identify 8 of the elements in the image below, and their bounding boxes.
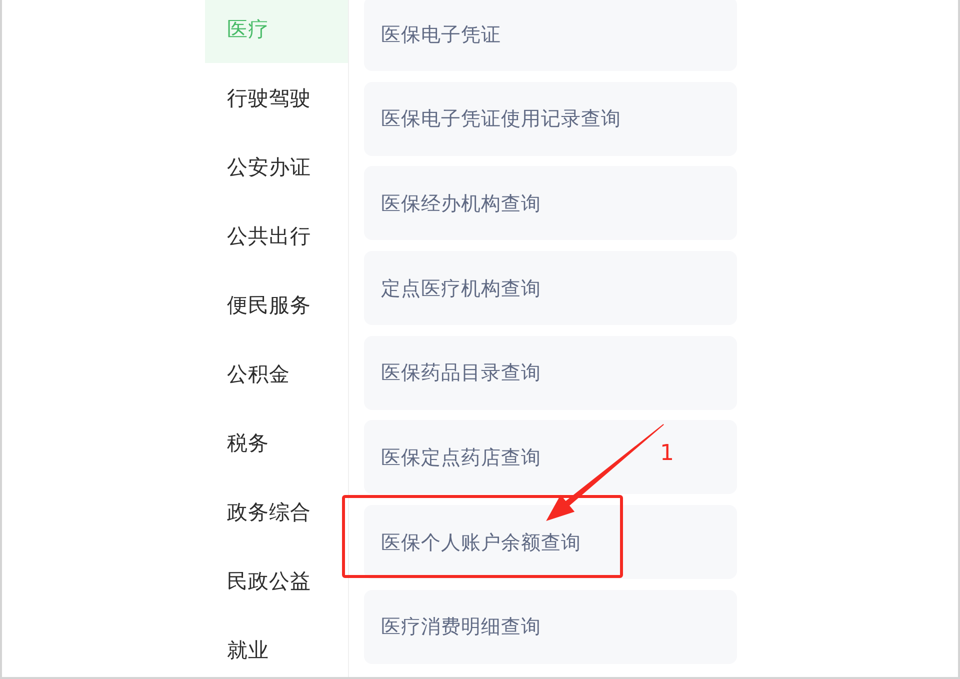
service-item[interactable]: 医保经办机构查询 bbox=[364, 166, 737, 240]
service-item[interactable]: 医保电子凭证 bbox=[364, 0, 737, 71]
service-item[interactable]: 医保药品目录查询 bbox=[364, 336, 737, 410]
service-item[interactable]: 医保个人账户余额查询 bbox=[364, 505, 737, 580]
service-item[interactable]: 定点医疗机构查询 bbox=[364, 251, 737, 326]
annotation-label: 1 bbox=[660, 443, 674, 466]
service-item[interactable]: 医保电子凭证使用记录查询 bbox=[364, 82, 737, 156]
service-item[interactable]: 医疗消费明细查询 bbox=[364, 590, 737, 664]
